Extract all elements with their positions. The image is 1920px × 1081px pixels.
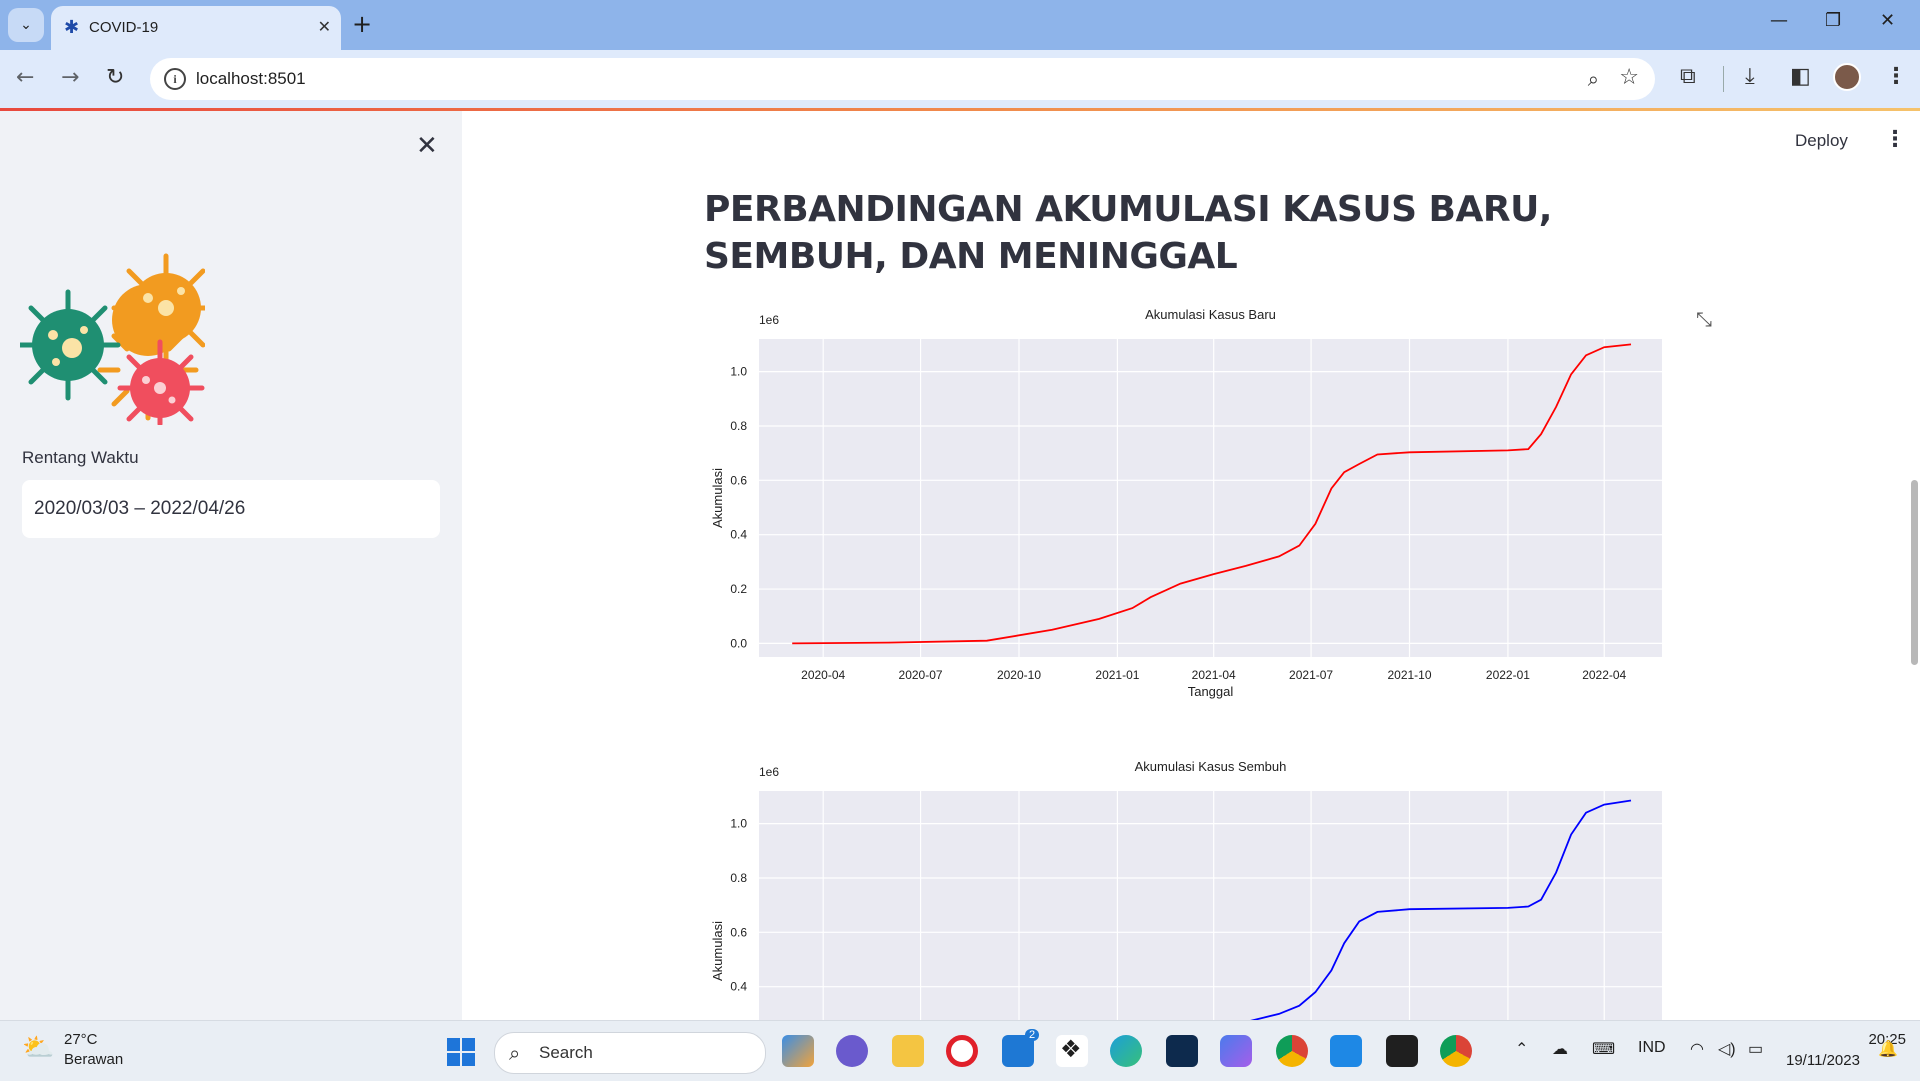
chrome-profile-icon[interactable] <box>1440 1035 1472 1067</box>
x-axis-label: Tanggal <box>1188 684 1234 699</box>
y-tick-label: 0.8 <box>730 871 747 885</box>
browser-toolbar: ← → ↻ i localhost:8501 ⌕ ☆ ⧉ ⤓ ◧ ⋮ <box>0 50 1920 108</box>
browser-tab-strip: ⌄ ✱ COVID-19 ✕ + — ❐ ✕ <box>0 0 1920 50</box>
onedrive-icon[interactable]: ☁ <box>1552 1039 1568 1059</box>
date-range-label: Rentang Waktu <box>22 448 139 467</box>
main-content: Deploy ⋮ PERBANDINGAN AKUMULASI KASUS BA… <box>462 111 1920 1020</box>
chevron-down-icon: ⌄ <box>20 17 32 33</box>
virus-logo-image <box>20 253 205 425</box>
reload-icon[interactable]: ↻ <box>106 65 124 90</box>
chart-title: Akumulasi Kasus Baru <box>1145 307 1276 322</box>
sidebar-close-icon[interactable]: ✕ <box>416 131 438 161</box>
wifi-icon[interactable]: ◠ <box>1690 1039 1704 1059</box>
search-icon: ⌕ <box>509 1041 521 1065</box>
date-range-value[interactable]: 2020/03/03 – 2022/04/26 <box>34 498 245 520</box>
taskbar-search[interactable]: ⌕ Search <box>494 1032 766 1074</box>
date-range-input[interactable]: 2020/03/03 – 2022/04/26 <box>22 480 440 538</box>
tab-search-dropdown-button[interactable]: ⌄ <box>8 8 44 42</box>
volume-icon[interactable]: ◁) <box>1718 1039 1736 1059</box>
x-tick-label: 2022-04 <box>1582 668 1626 682</box>
y-axis-label: Akumulasi <box>710 921 725 981</box>
profile-avatar[interactable] <box>1833 63 1861 91</box>
start-button[interactable] <box>447 1038 475 1066</box>
teams-chat-icon[interactable] <box>836 1035 868 1067</box>
dropbox-icon[interactable]: ❖ <box>1056 1035 1088 1067</box>
weather-description[interactable]: Berawan <box>64 1051 123 1068</box>
vscode-icon[interactable] <box>1330 1035 1362 1067</box>
y-axis-label: Akumulasi <box>710 468 725 528</box>
page-title: PERBANDINGAN AKUMULASI KASUS BARU, SEMBU… <box>704 189 1552 277</box>
chart-akumulasi-kasus-baru: Akumulasi Kasus Baru 1e6 2020-04 2020-07 202… <box>710 307 1662 699</box>
x-tick-label: 2020-04 <box>801 668 845 682</box>
battery-icon[interactable]: ▭ <box>1748 1039 1763 1059</box>
zoom-icon[interactable]: ⌕ <box>1588 67 1599 91</box>
chrome-icon[interactable] <box>1276 1035 1308 1067</box>
url-text[interactable]: localhost:8501 <box>196 69 306 89</box>
close-window-icon[interactable]: ✕ <box>1880 10 1895 31</box>
extensions-puzzle-icon[interactable]: ⧉ <box>1680 64 1696 89</box>
y-tick-label: 0.6 <box>730 473 747 487</box>
new-tab-plus-icon[interactable]: + <box>352 10 372 38</box>
y-scale-label: 1e6 <box>759 765 779 779</box>
tab-close-icon[interactable]: ✕ <box>318 17 331 36</box>
x-tick-label: 2021-01 <box>1095 668 1139 682</box>
bookmark-star-icon[interactable]: ☆ <box>1619 65 1639 90</box>
x-tick-label: 2022-01 <box>1486 668 1530 682</box>
deploy-button[interactable]: Deploy <box>1795 131 1848 151</box>
y-tick-label: 1.0 <box>730 817 747 831</box>
restore-icon[interactable]: ❐ <box>1825 10 1841 31</box>
side-panel-icon[interactable]: ◧ <box>1790 64 1811 89</box>
terminal-app-icon[interactable] <box>1166 1035 1198 1067</box>
minimize-icon[interactable]: — <box>1770 10 1788 31</box>
y-tick-label: 0.6 <box>730 925 747 939</box>
weather-temperature[interactable]: 27°C <box>64 1031 98 1048</box>
page-scrollbar[interactable] <box>1911 480 1918 665</box>
tab-title: COVID-19 <box>89 19 159 36</box>
y-tick-label: 0.2 <box>730 582 747 596</box>
forward-arrow-icon[interactable]: → <box>61 65 79 90</box>
y-scale-label: 1e6 <box>759 313 779 327</box>
copilot-icon[interactable] <box>1220 1035 1252 1067</box>
sidebar: ✕ Rentang Waktu 2020/03/03 – 2022/04/26 <box>0 111 462 1020</box>
browser-menu-icon[interactable]: ⋮ <box>1885 64 1907 89</box>
x-tick-label: 2021-10 <box>1387 668 1431 682</box>
chart-akumulasi-kasus-sembuh: Akumulasi Kasus Sembuh 1e6 0.4 0.6 0.8 1.0 Aku… <box>710 759 1662 1020</box>
opera-icon[interactable] <box>946 1035 978 1067</box>
y-tick-label: 0.4 <box>730 980 747 994</box>
y-tick-label: 0.0 <box>730 636 747 650</box>
edge-icon[interactable] <box>1110 1035 1142 1067</box>
y-tick-label: 0.8 <box>730 419 747 433</box>
keyboard-icon[interactable]: ⌨ <box>1592 1039 1615 1059</box>
language-indicator[interactable]: IND <box>1638 1039 1666 1057</box>
taskbar-search-label: Search <box>539 1043 593 1062</box>
plot-area <box>759 339 1662 657</box>
x-tick-label: 2021-07 <box>1289 668 1333 682</box>
file-explorer-icon[interactable] <box>892 1035 924 1067</box>
tab-covid[interactable]: ✱ COVID-19 ✕ <box>51 6 341 50</box>
x-tick-label: 2021-04 <box>1192 668 1236 682</box>
x-tick-label: 2020-07 <box>899 668 943 682</box>
mail-badge: 2 <box>1025 1029 1040 1041</box>
address-bar[interactable]: i localhost:8501 ⌕ ☆ <box>150 58 1655 100</box>
main-menu-icon[interactable]: ⋮ <box>1884 127 1906 152</box>
toolbar-separator <box>1723 66 1724 92</box>
virus-favicon-icon: ✱ <box>64 17 80 38</box>
back-arrow-icon[interactable]: ← <box>16 65 34 90</box>
chart-title: Akumulasi Kasus Sembuh <box>1135 759 1287 774</box>
site-info-icon[interactable]: i <box>164 68 186 90</box>
tray-overflow-chevron-icon[interactable]: ⌃ <box>1515 1039 1528 1059</box>
y-tick-label: 1.0 <box>730 365 747 379</box>
plot-area <box>759 791 1662 1020</box>
copilot-app-icon[interactable] <box>782 1035 814 1067</box>
notification-bell-icon[interactable]: 🔔 <box>1878 1039 1898 1059</box>
clock-date[interactable]: 19/11/2023 <box>1786 1052 1860 1069</box>
y-tick-label: 0.4 <box>730 528 747 542</box>
sticky-notes-icon[interactable] <box>1386 1035 1418 1067</box>
download-icon[interactable]: ⤓ <box>1745 64 1755 89</box>
weather-cloudy-icon[interactable]: ⛅ <box>22 1033 54 1063</box>
x-tick-label: 2020-10 <box>997 668 1041 682</box>
windows-taskbar: ⛅ 27°C Berawan ⌕ Search 2 ❖ ⌃ ☁ ⌨ IND ◠ … <box>0 1020 1920 1081</box>
